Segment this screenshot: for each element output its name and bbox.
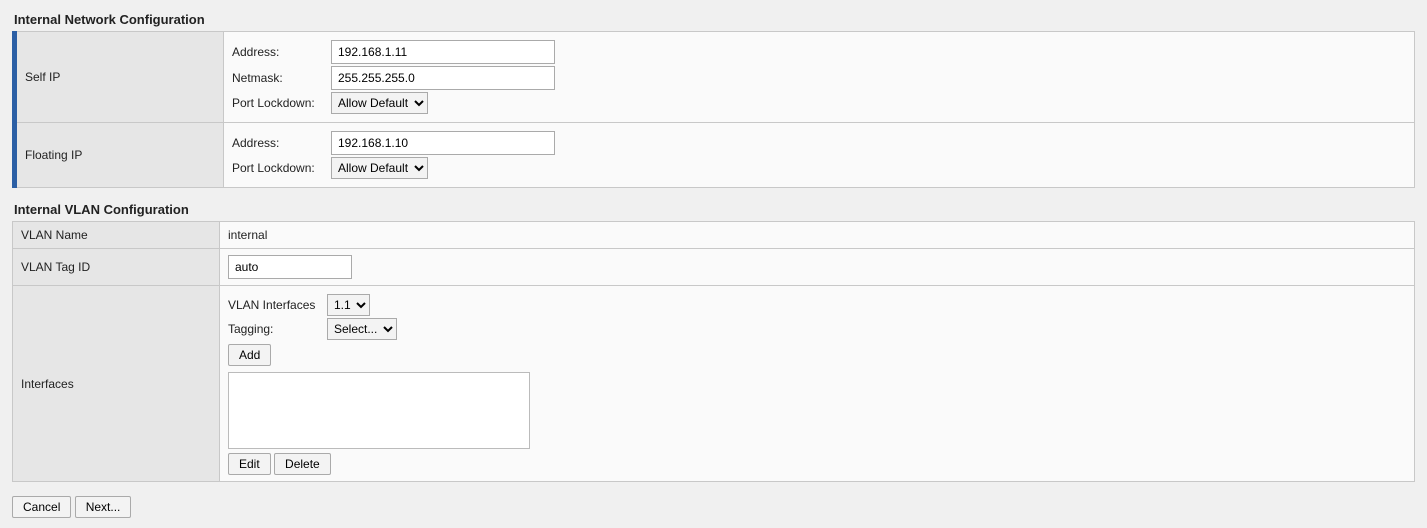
floating-ip-rowlabel: Floating IP xyxy=(15,123,224,188)
self-ip-lockdown-label: Port Lockdown: xyxy=(232,96,327,110)
tagging-label: Tagging: xyxy=(228,322,323,336)
network-config-table: Self IP Address: Netmask: Port Lockdown:… xyxy=(12,31,1415,188)
vlan-interfaces-select[interactable]: 1.1 xyxy=(327,294,370,316)
network-config-title: Internal Network Configuration xyxy=(14,12,1415,27)
interfaces-listbox[interactable] xyxy=(228,372,530,449)
add-button[interactable]: Add xyxy=(228,344,271,366)
self-ip-address-input[interactable] xyxy=(331,40,555,64)
floating-ip-lockdown-select[interactable]: Allow Default xyxy=(331,157,428,179)
cancel-button[interactable]: Cancel xyxy=(12,496,71,518)
floating-ip-address-input[interactable] xyxy=(331,131,555,155)
floating-ip-lockdown-label: Port Lockdown: xyxy=(232,161,327,175)
vlan-config-table: VLAN Name internal VLAN Tag ID Interface… xyxy=(12,221,1415,482)
self-ip-netmask-label: Netmask: xyxy=(232,71,327,85)
vlan-name-value: internal xyxy=(228,226,267,244)
next-button[interactable]: Next... xyxy=(75,496,132,518)
vlan-name-rowlabel: VLAN Name xyxy=(13,222,220,249)
vlan-tagid-input[interactable] xyxy=(228,255,352,279)
tagging-select[interactable]: Select... xyxy=(327,318,397,340)
self-ip-rowlabel: Self IP xyxy=(15,32,224,123)
self-ip-lockdown-select[interactable]: Allow Default xyxy=(331,92,428,114)
interfaces-rowlabel: Interfaces xyxy=(13,286,220,482)
floating-ip-address-label: Address: xyxy=(232,136,327,150)
vlan-config-title: Internal VLAN Configuration xyxy=(14,202,1415,217)
self-ip-netmask-input[interactable] xyxy=(331,66,555,90)
edit-button[interactable]: Edit xyxy=(228,453,271,475)
delete-button[interactable]: Delete xyxy=(274,453,331,475)
vlan-interfaces-label: VLAN Interfaces xyxy=(228,298,323,312)
vlan-tagid-rowlabel: VLAN Tag ID xyxy=(13,249,220,286)
self-ip-address-label: Address: xyxy=(232,45,327,59)
